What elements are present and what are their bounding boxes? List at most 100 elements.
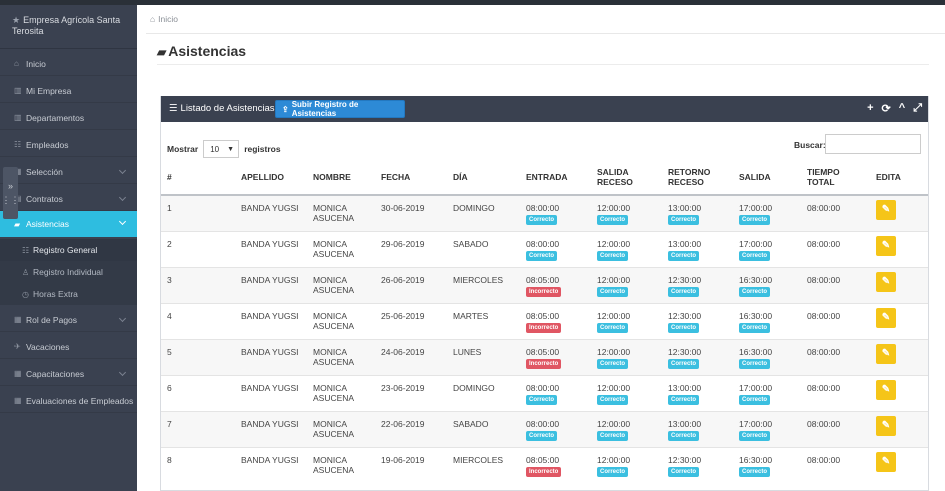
sidebar-item-empleados[interactable]: ☷ Empleados [0, 133, 137, 157]
brand[interactable]: ★ Empresa Agrícola Santa Terosita [0, 5, 137, 49]
table-cell-dia: MARTES [447, 302, 520, 339]
collapse-icon[interactable]: ^ [899, 102, 905, 115]
table-cell-total: 08:00:00 [801, 230, 870, 267]
status-badge: Correcto [597, 394, 629, 405]
time-value: 08:00:00 [526, 382, 560, 393]
table-cell-fecha: 19-06-2019 [375, 446, 447, 483]
edit-button[interactable]: ✎ [876, 415, 896, 436]
edit-button[interactable]: ✎ [876, 379, 896, 400]
sidebar-item-rol-de-pagos[interactable]: ▦ Rol de Pagos [0, 308, 137, 332]
column-header[interactable]: # [161, 159, 235, 196]
table-row: 7 BANDA YUGSI MONICA ASUCENA 22-06-2019 SABA… [161, 410, 928, 447]
table-cell-ret_rec: 12:30:00 Correcto [662, 446, 733, 483]
table-cell-entrada: 08:05:00 Incorrecto [520, 338, 591, 375]
time-value: 12:30:00 [668, 346, 702, 357]
sidebar-item-evaluaciones[interactable]: ▦ Evaluaciones de Empleados [0, 389, 137, 413]
time-value: 12:00:00 [597, 454, 631, 465]
edit-button[interactable]: ✎ [876, 343, 896, 364]
sidebar-subitem-registro-general[interactable]: ☷ Registro General [0, 239, 137, 261]
column-header[interactable]: SALIDA [733, 159, 801, 196]
search-input[interactable] [825, 134, 921, 154]
attendance-table: # APELLIDO NOMBRE FECHA DÍA ENTRADA SALI… [161, 159, 928, 483]
table-cell-fecha: 26-06-2019 [375, 266, 447, 303]
sidebar-item-asistencias[interactable]: ▰ Asistencias [0, 211, 137, 237]
status-badge: Incorrecto [526, 466, 562, 477]
plane-icon: ✈ [14, 342, 21, 351]
refresh-icon[interactable]: ⟳ [882, 102, 891, 115]
sidebar-item-vacaciones[interactable]: ✈ Vacaciones [0, 335, 137, 359]
time-value: 12:00:00 [597, 203, 631, 213]
page-length-select[interactable]: 10 ▼ [203, 140, 240, 158]
time-value: 08:05:00 [526, 346, 560, 357]
page-title: ▰ Asistencias [157, 43, 246, 59]
table-cell-salida: 16:30:00 Correcto [733, 266, 801, 303]
column-header[interactable]: ENTRADA [520, 159, 591, 196]
users-icon: ☷ [22, 245, 30, 255]
table-cell-entrada: 08:05:00 Incorrecto [520, 266, 591, 303]
column-header[interactable]: NOMBRE [307, 159, 375, 196]
building-icon: ▥ [14, 113, 22, 122]
sidebar-item-departamentos[interactable]: ▥ Departamentos [0, 106, 137, 130]
status-badge: Correcto [597, 286, 629, 297]
column-header[interactable]: EDITA [870, 159, 928, 196]
table-row: 2 BANDA YUGSI MONICA ASUCENA 29-06-2019 SABA… [161, 230, 928, 267]
sidebar-item-label: Departamentos [26, 112, 85, 123]
edit-button[interactable]: ✎ [876, 451, 896, 472]
table-cell-fecha: 29-06-2019 [375, 230, 447, 267]
add-icon[interactable]: + [867, 102, 873, 115]
table-cell-dia: DOMINGO [447, 194, 520, 231]
table-row: 4 BANDA YUGSI MONICA ASUCENA 25-06-2019 MART… [161, 302, 928, 339]
sidebar-item-contratos[interactable]: ▤Contratos [0, 187, 137, 211]
sidebar-item-capacitaciones[interactable]: ▦ Capacitaciones [0, 362, 137, 386]
table-cell-nombre: MONICA ASUCENA [307, 410, 375, 447]
status-badge: Correcto [739, 394, 771, 405]
table-cell-n: 2 [161, 230, 235, 267]
sidebar-subitem-horas-extra[interactable]: ◷ Horas Extra [0, 283, 137, 305]
edit-button[interactable]: ✎ [876, 200, 896, 220]
column-header[interactable]: TIEMPO TOTAL [801, 159, 870, 196]
table-cell-total: 08:00:00 [801, 410, 870, 447]
table-cell-n: 1 [161, 194, 235, 231]
column-header[interactable]: RETORNO RECESO [662, 159, 733, 196]
column-header[interactable]: FECHA [375, 159, 447, 196]
sidebar-item-mi-empresa[interactable]: ▥ Mi Empresa [0, 79, 137, 103]
panel-title-text: Listado de Asistencias [180, 103, 275, 114]
time-value: 17:00:00 [739, 418, 773, 429]
table-cell-nombre: MONICA ASUCENA [307, 446, 375, 483]
sidebar-item-inicio[interactable]: ⌂ Inicio [0, 52, 137, 76]
time-value: 16:30:00 [739, 346, 773, 357]
column-header[interactable]: SALIDA RECESO [591, 159, 662, 196]
column-header[interactable]: APELLIDO [235, 159, 307, 196]
edit-button[interactable]: ✎ [876, 235, 896, 256]
sidebar-item-seleccion[interactable]: ▦Selección [0, 160, 137, 184]
table-cell-edit: ✎ [870, 194, 928, 231]
table-cell-total: 08:00:00 [801, 446, 870, 483]
table-cell-fecha: 23-06-2019 [375, 374, 447, 411]
status-badge: Correcto [668, 466, 700, 477]
table-cell-total: 08:00:00 [801, 194, 870, 231]
table-cell-fecha: 22-06-2019 [375, 410, 447, 447]
building-icon: ▥ [14, 86, 22, 95]
table-cell-apellido: BANDA YUGSI [235, 410, 307, 447]
home-icon: ⌂ [150, 14, 156, 24]
sidebar-subitem-registro-individual[interactable]: ♙ Registro Individual [0, 261, 137, 283]
sidebar-toggle-handle[interactable]: » ⋮⋮ [1, 167, 20, 219]
column-header[interactable]: DÍA [447, 159, 520, 196]
page-length-control: Mostrar 10 ▼ registros [167, 140, 281, 158]
status-badge: Correcto [526, 430, 558, 441]
table-cell-apellido: BANDA YUGSI [235, 194, 307, 231]
chevron-down-icon [118, 217, 127, 226]
status-badge: Correcto [597, 430, 629, 441]
upload-attendance-button[interactable]: ⇪ Subir Registro de Asistencias [275, 100, 405, 118]
grid-icon: ▦ [14, 396, 22, 405]
time-value: 13:00:00 [668, 382, 702, 393]
edit-button[interactable]: ✎ [876, 307, 896, 328]
sidebar: ★ Empresa Agrícola Santa Terosita ⌂ Inicio… [0, 5, 137, 491]
edit-button[interactable]: ✎ [876, 271, 896, 292]
table-cell-nombre: MONICA ASUCENA [307, 338, 375, 375]
breadcrumb-home-link[interactable]: Inicio [158, 14, 178, 24]
pencil-icon: ✎ [881, 311, 891, 323]
sidebar-item-label: Capacitaciones [26, 368, 85, 379]
grip-icon: ⋮⋮ [1, 194, 20, 205]
expand-icon[interactable]: ⤢ [913, 102, 922, 115]
